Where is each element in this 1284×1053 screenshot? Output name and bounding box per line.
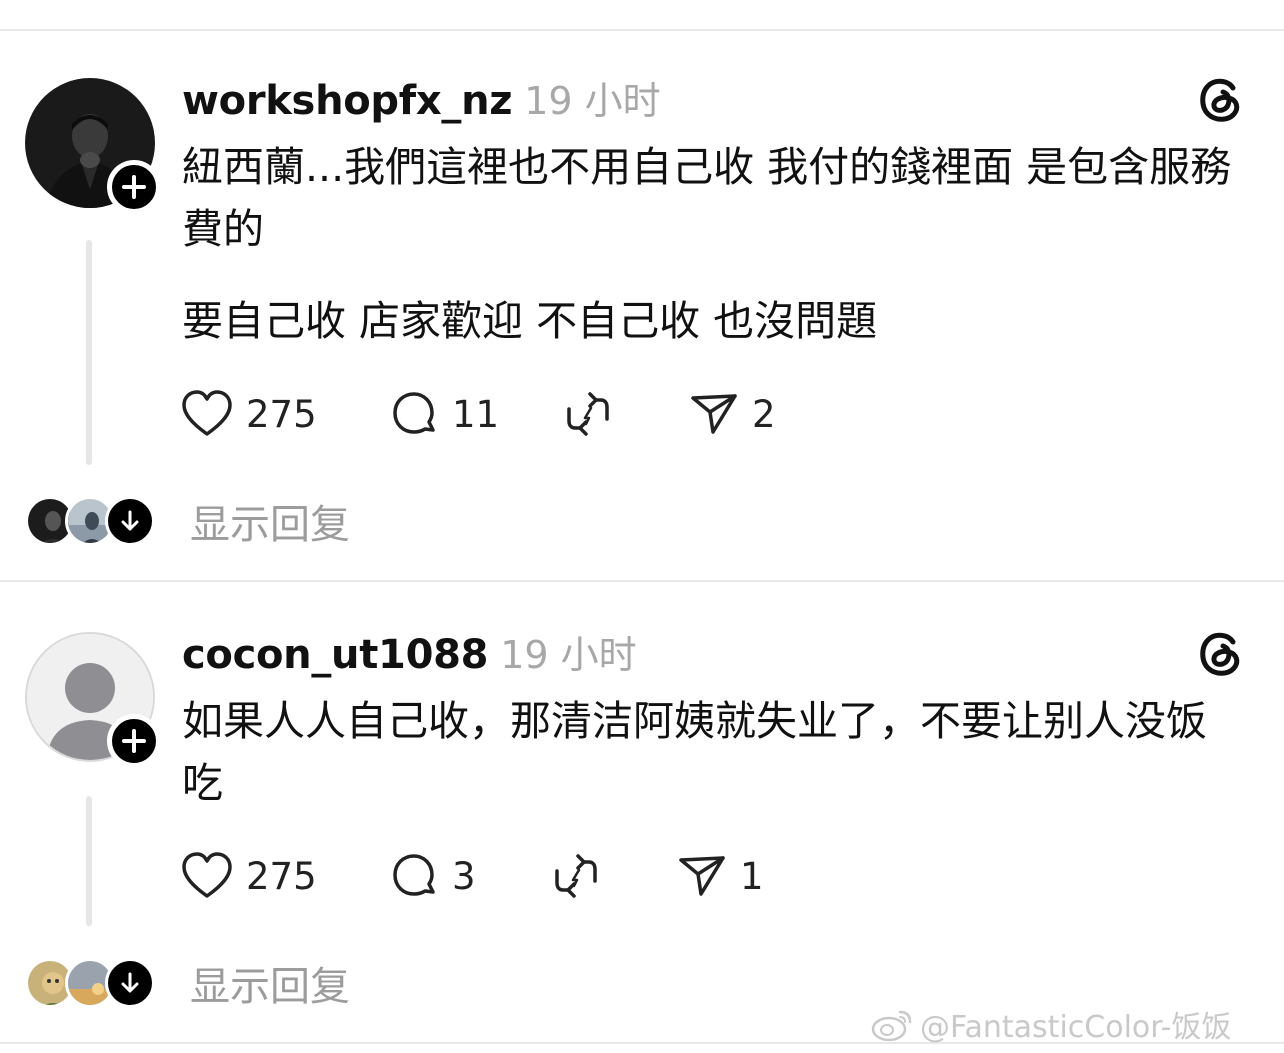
follow-button[interactable] — [107, 714, 161, 768]
follow-button[interactable] — [107, 160, 161, 214]
threads-logo-icon[interactable] — [1195, 628, 1247, 680]
watermark-text: @FantasticColor-饭饭 — [920, 1010, 1232, 1045]
plus-icon — [122, 729, 146, 753]
like-button[interactable]: 275 — [180, 386, 317, 442]
expand-replies-button[interactable] — [105, 958, 155, 1008]
repost-button[interactable] — [562, 386, 614, 442]
weibo-logo-icon — [871, 1010, 912, 1042]
heart-icon — [182, 390, 232, 436]
post-time: 19 小时 — [500, 633, 637, 677]
post-paragraph: 如果人人自己收，那清洁阿姨就失业了，不要让别人没饭吃 — [182, 697, 1207, 807]
post-time: 19 小时 — [524, 79, 661, 123]
repost-icon — [555, 854, 597, 898]
expand-replies-button[interactable] — [105, 496, 155, 546]
like-count: 275 — [246, 392, 317, 436]
comment-count: 11 — [452, 392, 500, 436]
comment-count: 3 — [452, 854, 476, 898]
watermark: @FantasticColor-饭饭 — [870, 1002, 1232, 1046]
arrow-down-icon — [121, 972, 139, 993]
comment-button[interactable]: 11 — [388, 386, 499, 442]
username[interactable]: workshopfx_nz — [182, 78, 513, 124]
threads-logo-icon[interactable] — [1195, 74, 1247, 126]
top-divider — [0, 29, 1284, 31]
post-divider — [0, 580, 1284, 582]
post-paragraph: 紐西蘭...我們這裡也不用自己收 我付的錢裡面 是包含服務費的 — [182, 143, 1232, 253]
comment-button[interactable]: 3 — [388, 848, 476, 904]
share-count: 2 — [752, 392, 776, 436]
like-count: 275 — [246, 854, 317, 898]
send-icon — [679, 856, 725, 896]
post-1-avatar[interactable] — [25, 78, 161, 214]
share-count: 1 — [740, 854, 764, 898]
post-paragraph: 要自己收 店家歡迎 不自己收 也沒問題 — [182, 297, 878, 345]
post-2-body: 如果人人自己收，那清洁阿姨就失业了，不要让别人没饭吃 — [182, 690, 1242, 814]
arrow-down-icon — [121, 510, 139, 531]
show-replies-link[interactable]: 显示回复 — [190, 492, 350, 550]
repost-button[interactable] — [550, 848, 602, 904]
comment-icon — [393, 854, 435, 896]
share-button[interactable]: 2 — [688, 386, 776, 442]
repost-icon — [567, 392, 609, 436]
post-2-avatar[interactable] — [25, 632, 161, 768]
heart-icon — [182, 852, 232, 898]
post-1-header: workshopfx_nz 19 小时 — [182, 70, 661, 126]
comment-icon — [393, 392, 435, 434]
thread-line — [86, 796, 92, 926]
plus-icon — [122, 175, 146, 199]
send-icon — [691, 394, 737, 434]
username[interactable]: cocon_ut1088 — [182, 632, 488, 678]
like-button[interactable]: 275 — [180, 848, 317, 904]
post-2-header: cocon_ut1088 19 小时 — [182, 624, 637, 680]
share-button[interactable]: 1 — [676, 848, 764, 904]
show-replies-link[interactable]: 显示回复 — [190, 954, 350, 1012]
thread-line — [86, 240, 92, 465]
post-1-body: 紐西蘭...我們這裡也不用自己收 我付的錢裡面 是包含服務費的 要自己收 店家歡… — [182, 136, 1242, 352]
